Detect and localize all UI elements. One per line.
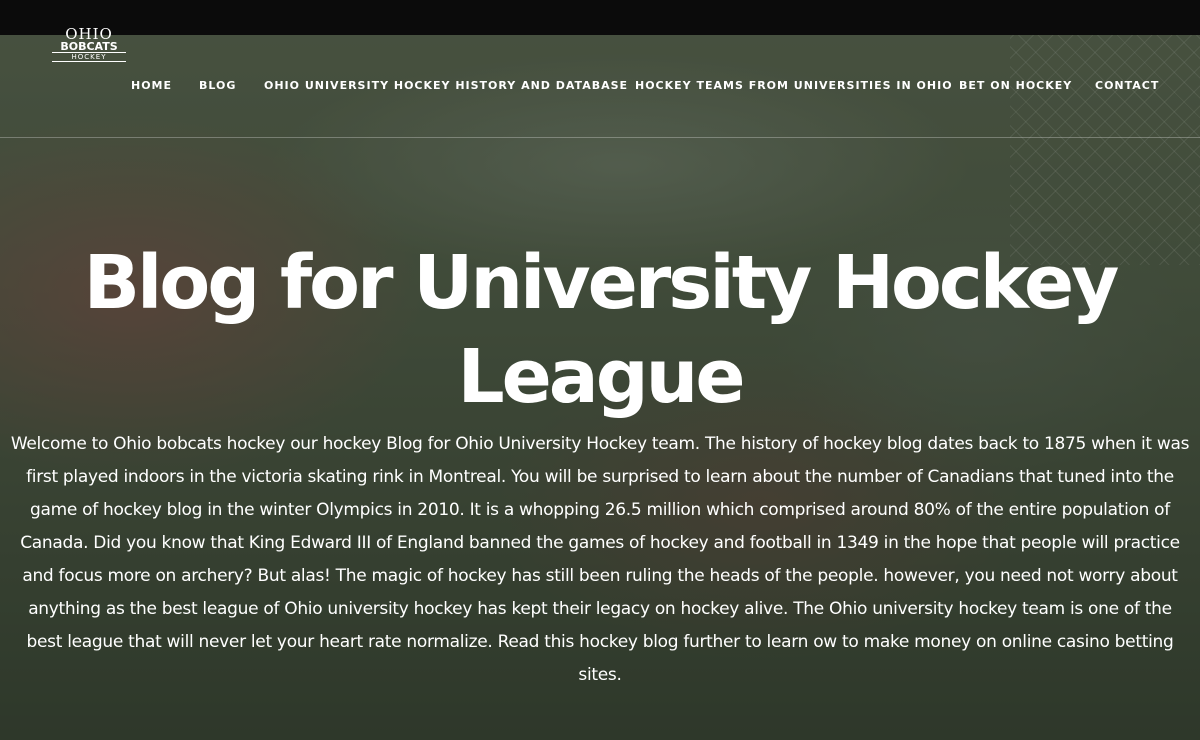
nav-blog[interactable]: BLOG xyxy=(199,79,236,92)
intro-paragraph: Welcome to Ohio bobcats hockey our hocke… xyxy=(10,434,1190,685)
nav-bet-on-hockey[interactable]: BET ON HOCKEY xyxy=(959,79,1072,92)
nav-ohio-teams[interactable]: HOCKEY TEAMS FROM UNIVERSITIES IN OHIO xyxy=(635,79,953,92)
page-title: Blog for University Hockey League xyxy=(83,240,1120,420)
main-nav: HOME BLOG OHIO UNIVERSITY HOCKEY HISTORY… xyxy=(0,79,1200,95)
header-divider xyxy=(0,137,1200,138)
nav-history-database[interactable]: OHIO UNIVERSITY HOCKEY HISTORY AND DATAB… xyxy=(264,79,628,92)
site-logo[interactable]: OHIO BOBCATS HOCKEY xyxy=(42,25,136,62)
top-bar xyxy=(0,0,1200,35)
logo-top-text: OHIO xyxy=(65,25,113,43)
logo-bottom-text: HOCKEY xyxy=(52,52,126,62)
logo-mid-text: BOBCATS xyxy=(60,40,118,53)
nav-contact[interactable]: CONTACT xyxy=(1095,79,1159,92)
nav-home[interactable]: HOME xyxy=(131,79,172,92)
